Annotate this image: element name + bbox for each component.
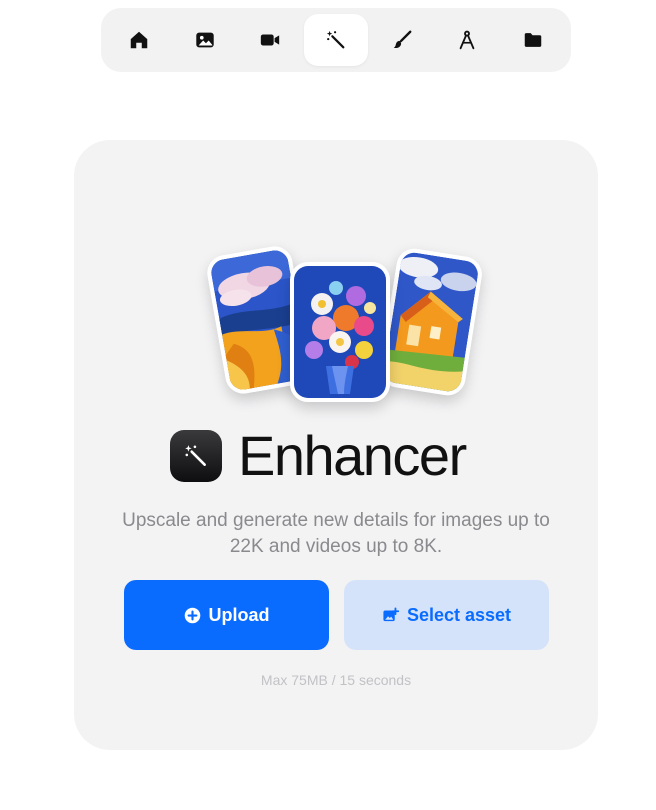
- tool-video[interactable]: [238, 14, 302, 66]
- tool-home[interactable]: [107, 14, 171, 66]
- page-title: Enhancer: [238, 424, 467, 487]
- brush-icon: [393, 30, 412, 49]
- video-icon: [261, 34, 280, 46]
- artwork-house: [377, 246, 485, 398]
- enhancer-card: Enhancer Upscale and generate new detail…: [74, 140, 598, 750]
- home-icon: [130, 31, 148, 49]
- tool-enhancer[interactable]: [303, 14, 368, 66]
- page-subtitle: Upscale and generate new details for ima…: [122, 510, 550, 557]
- upload-limit-note: Max 75MB / 15 seconds: [260, 672, 412, 688]
- compass-icon: [459, 30, 475, 50]
- upload-label: Upload: [208, 604, 270, 625]
- tool-image[interactable]: [173, 14, 237, 66]
- magic-wand-icon: [326, 30, 345, 49]
- select-asset-button[interactable]: Select asset: [344, 580, 549, 650]
- enhancer-app-icon: [170, 430, 222, 482]
- tool-compass[interactable]: [435, 14, 499, 66]
- folder-icon: [524, 33, 542, 47]
- tool-brush[interactable]: [370, 14, 434, 66]
- top-toolbar: [101, 8, 571, 72]
- title-row: Enhancer: [170, 424, 467, 488]
- plus-circle-icon: [184, 607, 201, 624]
- hero-artwork: [204, 240, 485, 405]
- image-icon: [195, 32, 214, 48]
- upload-button[interactable]: Upload: [124, 580, 329, 650]
- select-asset-label: Select asset: [406, 604, 512, 625]
- artwork-flowers: [290, 262, 390, 402]
- magic-wand-icon: [185, 445, 206, 466]
- tool-folder[interactable]: [501, 14, 565, 66]
- image-add-icon: [382, 606, 399, 624]
